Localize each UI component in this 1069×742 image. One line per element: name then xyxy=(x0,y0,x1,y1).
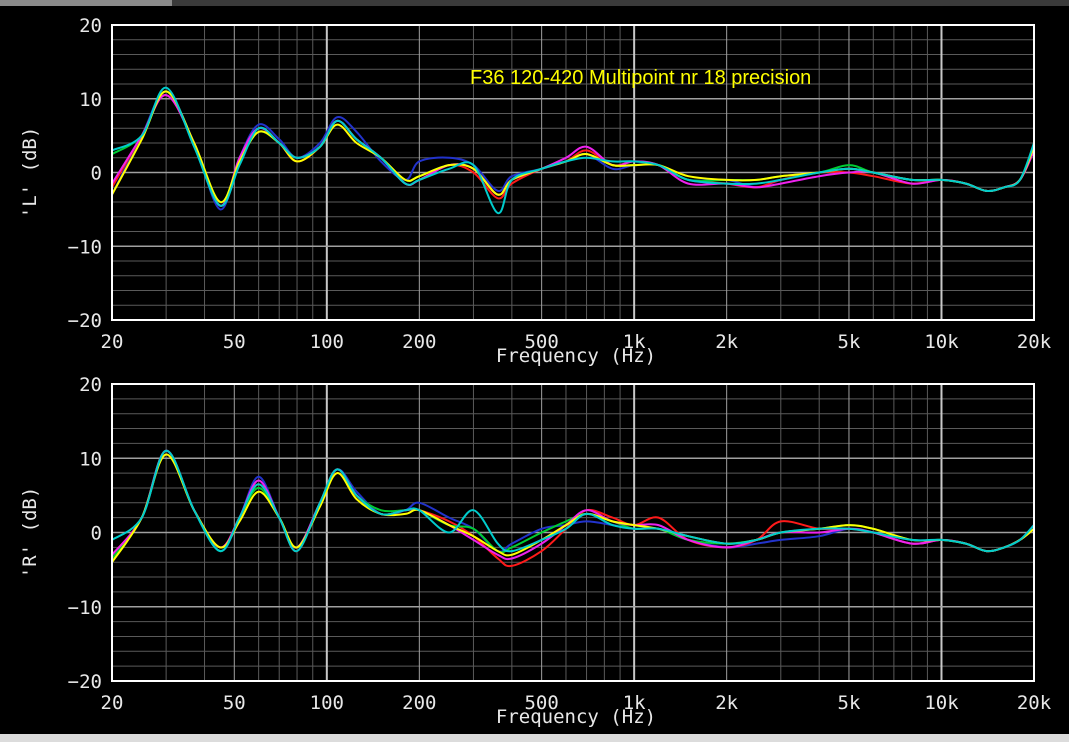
y-tick-label: −20 xyxy=(68,310,102,332)
series-line-5 xyxy=(111,453,1035,563)
x-tick-label: 2k xyxy=(715,331,738,353)
y-tick-label: 0 xyxy=(91,163,102,185)
bottom-strip xyxy=(0,734,1069,742)
y-axis-label: 'R' (dB) xyxy=(19,487,41,579)
frequency-response-charts: 20100−10−2020 50 100 200 500 1k 2k 5k 10k 20kFreq… xyxy=(19,15,1052,728)
x-tick-label: 100 xyxy=(310,692,344,714)
x-tick-label: 100 xyxy=(310,331,344,353)
x-tick-label: 20 xyxy=(101,692,124,714)
series-line-6 xyxy=(111,86,1035,215)
y-axis-label: 'L' (dB) xyxy=(19,127,41,219)
x-tick-label: 20k xyxy=(1017,331,1052,353)
series-line-3 xyxy=(111,449,1035,560)
series-line-4 xyxy=(111,94,1035,207)
y-tick-label: 0 xyxy=(91,523,102,545)
x-axis-label: Frequency (Hz) xyxy=(496,706,656,728)
y-tick-label: −10 xyxy=(68,236,102,258)
chart-right: 20100−10−2020 50 100 200 500 1k 2k 5k 10k 20kFreq… xyxy=(19,374,1052,728)
x-tick-label: 10k xyxy=(924,331,959,353)
chart-annotation: F36 120-420 Multipoint nr 18 precision xyxy=(470,67,811,89)
x-tick-label: 200 xyxy=(402,692,436,714)
series-line-3 xyxy=(111,90,1035,203)
y-tick-label: 10 xyxy=(79,448,102,470)
series-line-1 xyxy=(111,449,1035,560)
series-line-4 xyxy=(111,449,1035,561)
x-tick-label: 5k xyxy=(838,331,861,353)
x-axis-label: Frequency (Hz) xyxy=(496,345,656,367)
x-tick-label: 20k xyxy=(1017,692,1052,714)
y-tick-label: −20 xyxy=(68,671,102,693)
x-tick-label: 20 xyxy=(101,331,124,353)
y-tick-label: 10 xyxy=(79,89,102,111)
series-line-2 xyxy=(111,449,1035,568)
series-line-2 xyxy=(111,94,1035,207)
x-tick-label: 50 xyxy=(223,692,246,714)
x-tick-label: 2k xyxy=(715,692,738,714)
x-tick-label: 5k xyxy=(838,692,861,714)
y-tick-label: 20 xyxy=(79,15,102,37)
y-tick-label: −10 xyxy=(68,597,102,619)
x-tick-label: 200 xyxy=(402,331,436,353)
x-tick-label: 10k xyxy=(924,692,959,714)
y-tick-label: 20 xyxy=(79,374,102,396)
series-line-1 xyxy=(111,90,1035,211)
series-line-5 xyxy=(111,90,1035,203)
x-tick-label: 50 xyxy=(223,331,246,353)
